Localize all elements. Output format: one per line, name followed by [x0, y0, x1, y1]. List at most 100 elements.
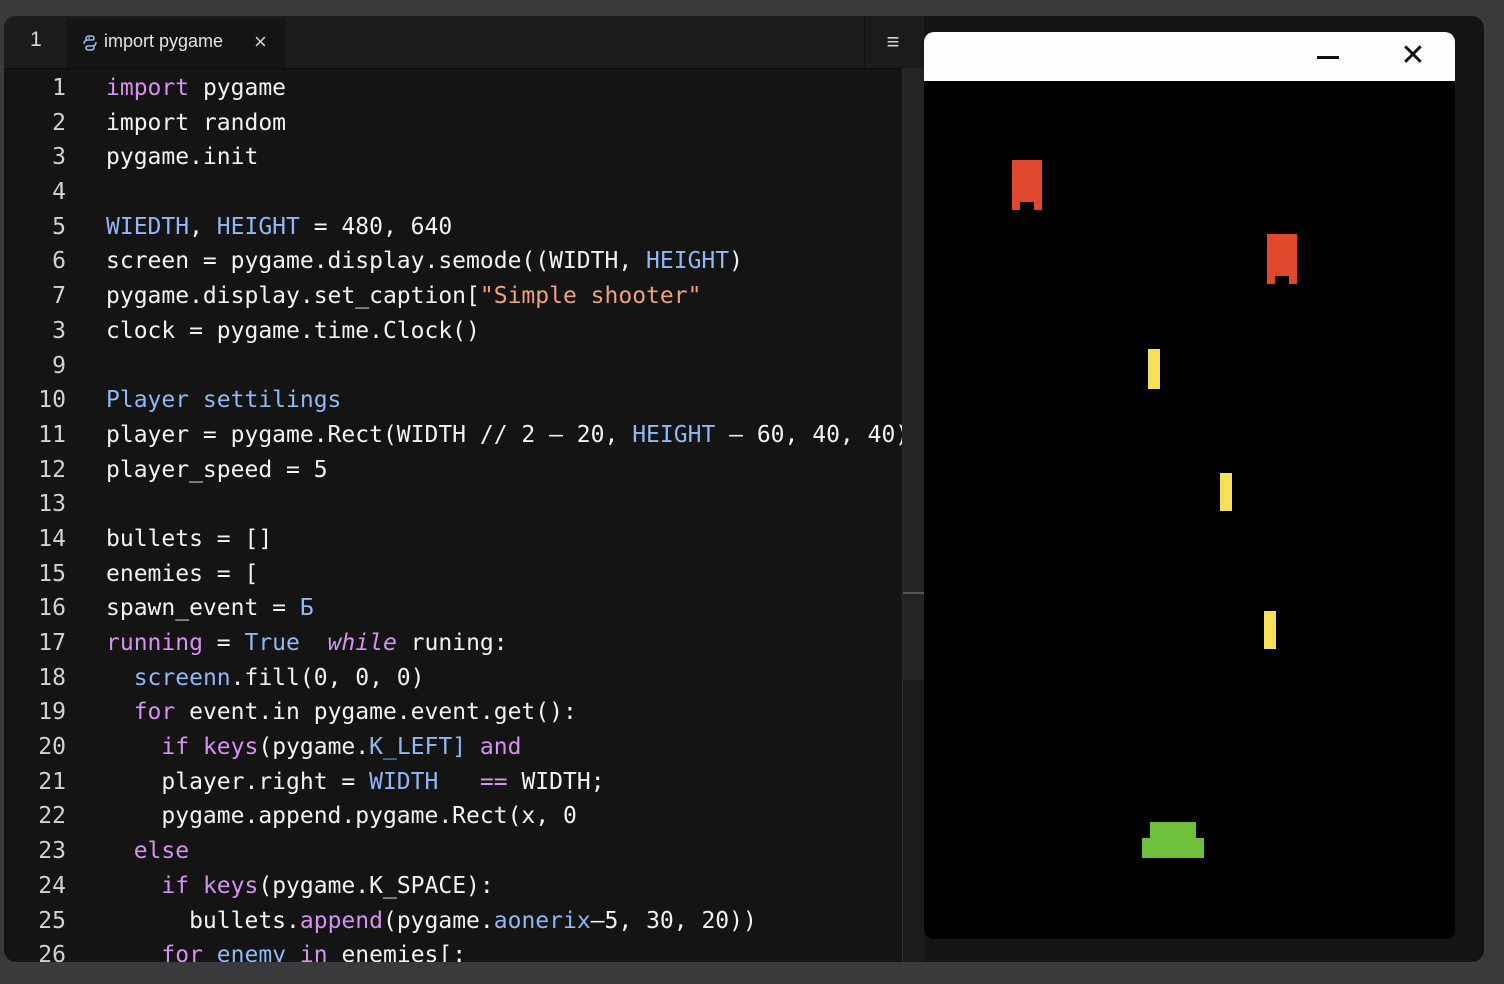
python-file-icon	[83, 35, 97, 51]
code-line: screenn.fill(0, 0, 0)	[106, 661, 906, 696]
line-number: 17	[38, 630, 66, 656]
code-line: bullets = []	[106, 522, 906, 557]
code-token: Player settilings	[106, 387, 342, 414]
line-number: 21	[38, 768, 66, 795]
code-line: import pygame	[106, 71, 906, 106]
line-number-gutter: 1 2 3 4 5 6 7 3 9 10 11 12 13 14 15 16 17 18 19 20 21 22 23 24 2…	[4, 71, 84, 962]
code-token: WIEDTH	[106, 213, 190, 240]
code-token: for	[161, 942, 203, 962]
line-number: 19	[38, 699, 66, 726]
code-line: running = True while runing:	[106, 626, 906, 661]
vertical-scrollbar[interactable]	[902, 68, 925, 962]
line-number: 2	[52, 109, 66, 136]
code-token: screenn	[133, 664, 231, 691]
code-line: enemies = [	[106, 557, 906, 592]
window-titlebar[interactable]: ✕	[924, 32, 1455, 81]
code-token: in	[299, 942, 328, 962]
code-line: clock = pygame.time.Clock()	[106, 314, 906, 349]
bullet-sprite	[1220, 473, 1232, 511]
code-token: (pygame.K_SPACE):	[258, 872, 494, 899]
code-token: runing:	[396, 630, 508, 656]
code-token: pygame.init	[106, 144, 259, 171]
code-token: Б	[299, 595, 314, 622]
code-line: Player settilings	[106, 383, 906, 418]
code-token: aonerix	[493, 907, 591, 934]
line-number: 26	[38, 942, 66, 962]
code-token: import	[106, 75, 190, 101]
scrollbar-thumb[interactable]	[903, 68, 925, 680]
line-number: 3	[52, 144, 66, 171]
close-icon[interactable]: ×	[254, 29, 267, 55]
code-area[interactable]: import pygame import random pygame.init WI…	[106, 71, 910, 962]
minimize-icon[interactable]	[1310, 44, 1346, 70]
code-token: clock = pygame.time.Clock()	[106, 317, 480, 344]
code-token: screen = pygame.display.semode((WIDTH,	[106, 248, 647, 275]
line-number: 20	[38, 734, 66, 761]
close-window-icon[interactable]: ✕	[1396, 38, 1430, 74]
code-token: =	[202, 630, 245, 656]
code-line: if keys(pygame.K_LEFT] and	[106, 730, 906, 765]
code-token: for	[133, 699, 176, 726]
code-token: ,	[189, 213, 217, 240]
line-number: 16	[38, 595, 66, 622]
code-token: running	[106, 630, 203, 656]
code-token: while	[327, 630, 397, 656]
code-line: spawn_event = Б	[106, 591, 906, 626]
code-token: if	[161, 872, 190, 899]
line-number: 1	[52, 75, 66, 101]
line-number: 12	[38, 456, 66, 483]
code-line: if keys(pygame.K_SPACE):	[106, 869, 906, 904]
code-token: player.right =	[106, 768, 370, 795]
code-token: ==	[479, 768, 508, 795]
code-token: enemy	[216, 942, 287, 962]
code-token: True	[244, 630, 300, 656]
code-token: –5, 30, 20))	[590, 907, 757, 934]
code-token: pygame.display.set_caption[	[106, 283, 480, 310]
code-token: enemies = [	[106, 560, 259, 587]
code-line: screen = pygame.display.semode((WIDTH, H…	[106, 244, 906, 279]
menu-icon[interactable]: ≡	[864, 16, 921, 68]
tab-import-pygame[interactable]: import pygame ×	[66, 18, 286, 68]
game-window: ✕	[924, 32, 1455, 939]
line-number: 23	[38, 838, 66, 865]
tab-label: import pygame	[104, 31, 224, 51]
tab-bar: 1 import pygame × ≡	[4, 16, 924, 69]
code-token: keys	[202, 734, 259, 761]
code-token: enemies[:	[327, 942, 467, 962]
line-number: 5	[52, 213, 66, 240]
code-token: – 60, 40, 40)	[715, 421, 910, 448]
line-number: 7	[52, 283, 66, 310]
bullet-sprite	[1264, 611, 1276, 649]
line-number: 25	[38, 907, 66, 934]
code-token: K_LEFT]	[369, 734, 467, 761]
game-canvas	[924, 81, 1455, 939]
code-token: if	[161, 734, 190, 761]
code-token: spawn_event =	[106, 595, 300, 622]
bullet-sprite	[1148, 349, 1160, 389]
code-token: (pygame.	[258, 734, 370, 761]
line-number: 13	[38, 491, 66, 518]
code-token: and	[479, 734, 522, 761]
code-line: bullets.append(pygame.aonerix–5, 30, 20)…	[106, 904, 906, 939]
code-token: (pygame.	[382, 907, 494, 934]
code-token: else	[133, 838, 190, 865]
line-number: 24	[38, 872, 66, 899]
code-line: WIEDTH, HEIGHT = 480, 640	[106, 210, 906, 245]
scrollbar-marker	[903, 592, 925, 594]
code-token: = 480, 640	[299, 213, 453, 240]
line-number: 14	[38, 525, 66, 552]
code-token: bullets = []	[106, 525, 273, 552]
code-token: .fill(0, 0, 0)	[230, 664, 425, 691]
code-token: pygame.append.pygame.Rect(x, 0	[106, 803, 577, 830]
code-token: WIDTH;	[507, 768, 605, 795]
code-token: player_speed = 5	[106, 456, 328, 483]
